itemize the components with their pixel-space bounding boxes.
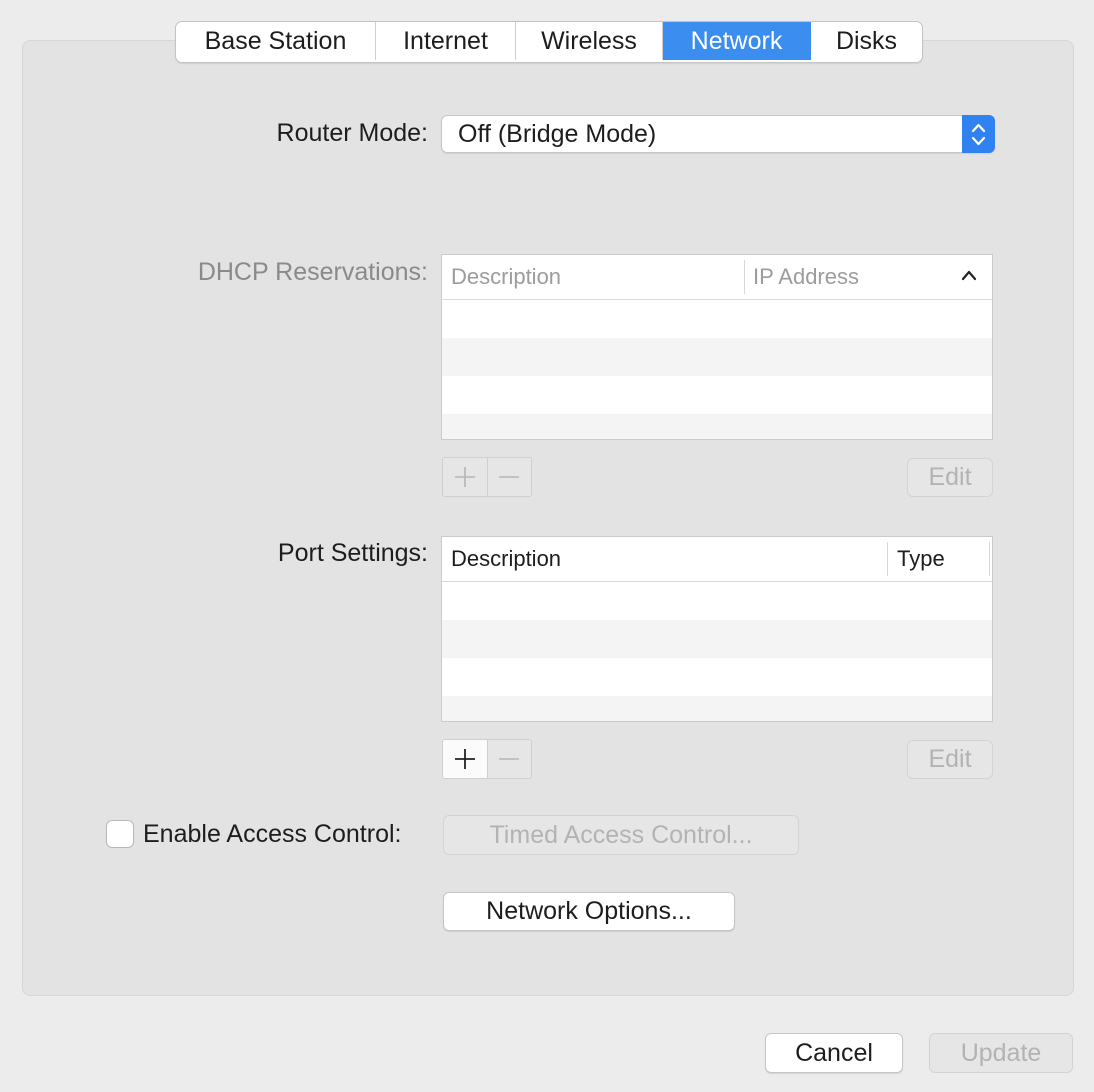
port-settings-table[interactable]: Description Type — [441, 536, 993, 722]
column-divider — [989, 542, 990, 576]
table-row — [442, 376, 992, 414]
plus-icon — [454, 467, 475, 487]
port-add-button[interactable] — [443, 740, 487, 778]
dhcp-add-button[interactable] — [443, 458, 487, 496]
port-col-description[interactable]: Description — [451, 546, 561, 572]
minus-icon — [499, 476, 520, 478]
timed-access-control-button[interactable]: Timed Access Control... — [443, 815, 799, 855]
tab-base-station[interactable]: Base Station — [176, 22, 376, 60]
port-table-header: Description Type — [442, 537, 992, 582]
enable-access-control-label[interactable]: Enable Access Control: — [143, 820, 401, 849]
tab-internet[interactable]: Internet — [376, 22, 516, 60]
table-row — [442, 620, 992, 658]
router-mode-label: Router Mode: — [276, 119, 428, 147]
tab-network[interactable]: Network — [663, 22, 811, 60]
dhcp-reservations-table[interactable]: Description IP Address — [441, 254, 993, 440]
table-row — [442, 696, 992, 721]
cancel-button[interactable]: Cancel — [765, 1033, 903, 1073]
table-row — [442, 414, 992, 439]
column-divider — [744, 260, 745, 294]
tab-wireless[interactable]: Wireless — [516, 22, 663, 60]
enable-access-control-checkbox[interactable] — [106, 820, 134, 848]
port-settings-label: Port Settings: — [277, 539, 428, 567]
dhcp-reservations-label: DHCP Reservations: — [197, 258, 428, 286]
port-remove-button[interactable] — [486, 740, 531, 778]
dhcp-add-remove-control — [442, 457, 532, 497]
dhcp-edit-button[interactable]: Edit — [907, 458, 993, 497]
chevron-up-icon[interactable] — [960, 268, 978, 287]
port-col-type[interactable]: Type — [897, 546, 945, 572]
network-options-button[interactable]: Network Options... — [443, 892, 735, 931]
chevron-updown-icon — [962, 115, 995, 153]
table-row — [442, 658, 992, 696]
tab-bar: Base Station Internet Wireless Network D… — [175, 21, 923, 63]
router-mode-select[interactable]: Off (Bridge Mode) — [441, 115, 995, 153]
port-add-remove-control — [442, 739, 532, 779]
dhcp-table-header: Description IP Address — [442, 255, 992, 300]
table-row — [442, 338, 992, 376]
minus-icon — [499, 758, 520, 760]
port-edit-button[interactable]: Edit — [907, 740, 993, 779]
update-button[interactable]: Update — [929, 1033, 1073, 1073]
dhcp-col-description[interactable]: Description — [451, 264, 561, 290]
tab-disks[interactable]: Disks — [811, 22, 922, 60]
table-row — [442, 582, 992, 620]
column-divider — [887, 542, 888, 576]
plus-icon — [454, 749, 475, 769]
table-row — [442, 300, 992, 338]
dhcp-remove-button[interactable] — [486, 458, 531, 496]
router-mode-value: Off (Bridge Mode) — [458, 120, 657, 148]
dhcp-col-ip-address[interactable]: IP Address — [753, 264, 859, 290]
